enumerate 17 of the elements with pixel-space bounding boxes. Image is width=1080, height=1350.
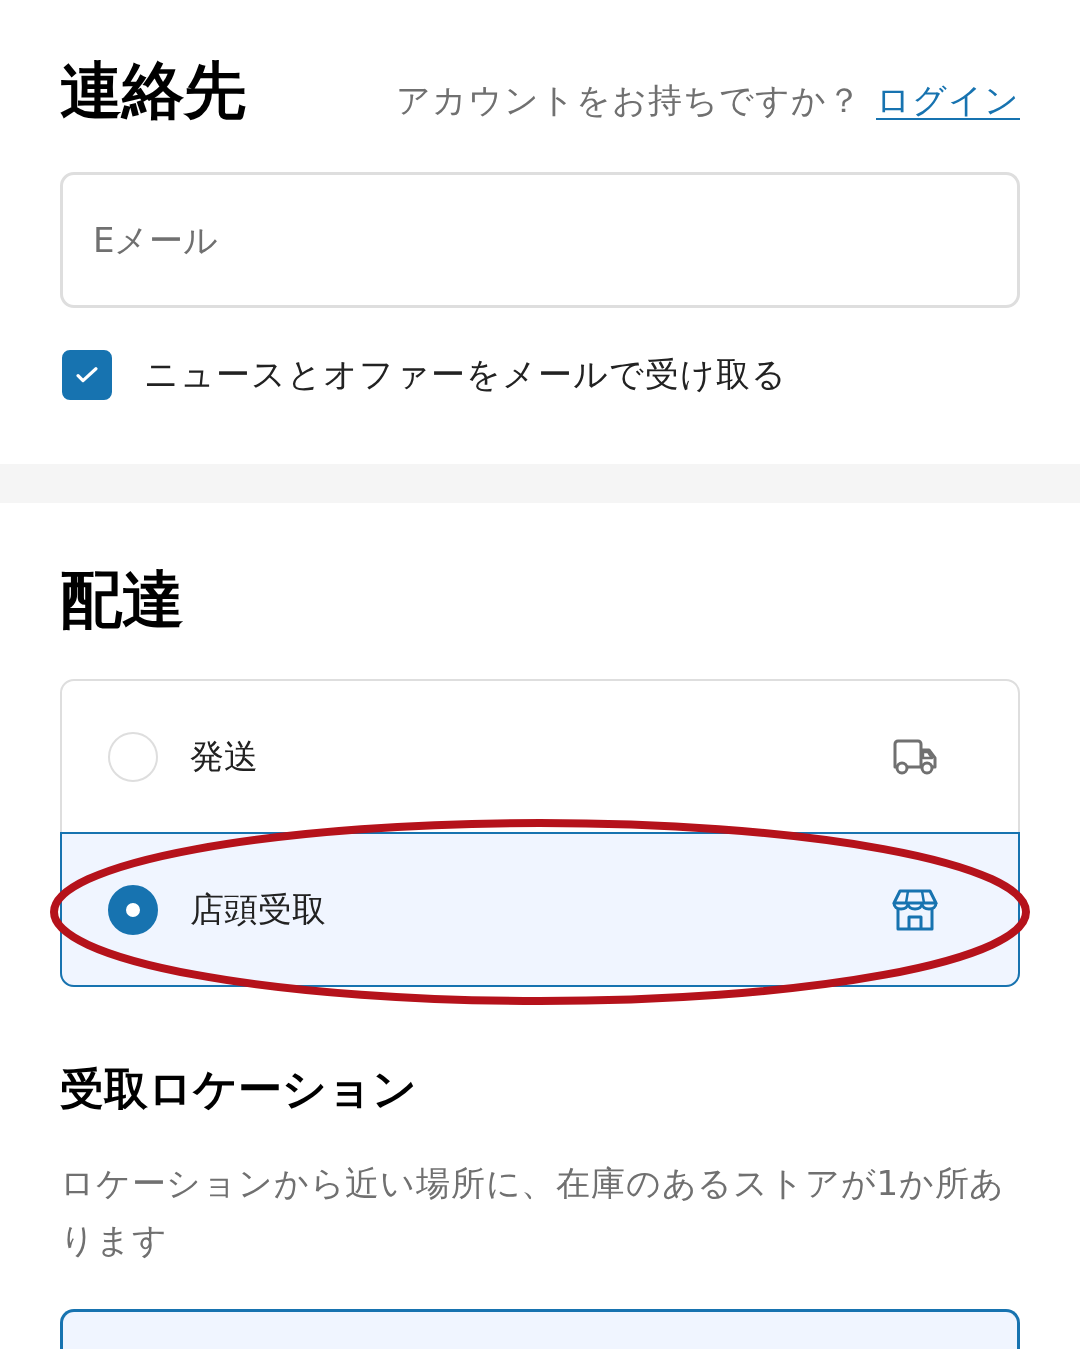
newsletter-label: ニュースとオファーをメールで受け取る [144, 353, 787, 396]
email-field[interactable]: Eメール [60, 172, 1020, 308]
store-icon [892, 888, 938, 931]
option-label: 店頭受取 [190, 887, 326, 931]
delivery-option[interactable]: 店頭受取 [60, 832, 1020, 987]
truck-icon [892, 737, 938, 776]
pickup-location-heading: 受取ロケーション [60, 1062, 417, 1115]
login-prompt: アカウントをお持ちですか？ [396, 79, 862, 122]
radio-button[interactable] [108, 884, 158, 935]
pickup-location-description: ロケーションから近い場所に、在庫のあるストアが1か所あります [60, 1162, 1007, 1262]
newsletter-checkbox[interactable] [62, 350, 112, 400]
delivery-option[interactable]: 発送 [60, 679, 1020, 834]
delivery-heading: 配達 [60, 563, 184, 637]
check-icon [76, 367, 98, 383]
contact-heading: 連絡先 [60, 54, 246, 128]
option-label: 発送 [190, 734, 258, 778]
login-link[interactable]: ログイン [876, 78, 1020, 124]
